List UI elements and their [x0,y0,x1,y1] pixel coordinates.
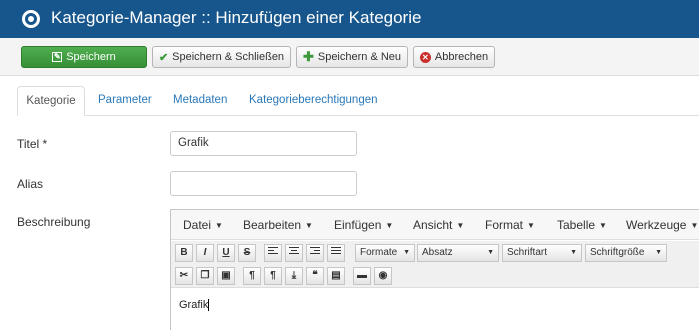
menu-bearbeiten-label: Bearbeiten [243,218,302,232]
save-close-button[interactable]: ✔ Speichern & Schließen [152,46,291,68]
menu-tabelle-label: Tabelle [557,218,596,232]
save-button[interactable]: ✎ Speichern [21,46,147,68]
save-button-label: Speichern [66,51,116,63]
copy-icon[interactable]: ❐ [196,267,214,285]
caret-down-icon: ▼ [690,221,699,231]
text-cursor [208,299,210,312]
insert-icon[interactable]: ⤓ [285,267,303,285]
cancel-icon: ✕ [419,51,431,63]
joomla-logo-icon [22,10,40,28]
tab-parameter[interactable]: Parameter [98,86,152,116]
cancel-button[interactable]: ✕ Abbrechen [413,46,495,68]
menu-format-label: Format [485,218,524,232]
tab-kategorieberechtigungen[interactable]: Kategorieberechtigungen [249,86,378,116]
blockquote-icon[interactable]: ❝ [306,267,324,285]
caret-down-icon: ▼ [570,249,577,256]
title-label: Titel * [17,137,48,151]
menu-format[interactable]: Format ▼ [485,218,535,232]
paragraph-select-label: Absatz [422,247,453,258]
formats-select-label: Formate [360,247,398,258]
tab-kategorie[interactable]: Kategorie [17,86,85,116]
align-right-icon[interactable] [306,244,324,262]
caret-down-icon: ▼ [385,221,394,231]
editor-toolbar-row-1: B I U S Formate ▼ Absatz ▼ Schriftart ▼ Sch… [171,241,699,266]
menu-tabelle[interactable]: Tabelle ▼ [557,218,607,232]
align-left-icon[interactable] [264,244,282,262]
table-icon[interactable]: ▤ [327,267,345,285]
editor-content-text: Grafik [179,299,209,311]
editor-menubar: Datei ▼ Bearbeiten ▼ Einfügen ▼ Ansicht ▼ Fo… [171,210,699,240]
cancel-button-label: Abbrechen [434,51,489,63]
tab-bar: Kategorie Parameter Metadaten Kategorieb… [17,86,699,116]
align-justify-icon[interactable] [327,244,345,262]
caret-down-icon: ▼ [215,221,223,231]
menu-ansicht-label: Ansicht [413,218,453,232]
rich-text-editor: Datei ▼ Bearbeiten ▼ Einfügen ▼ Ansicht ▼ Fo… [170,209,699,330]
tab-metadaten[interactable]: Metadaten [173,86,227,116]
menu-datei[interactable]: Datei ▼ [183,218,223,232]
font-size-select-label: Schriftgröße [590,247,645,258]
menu-ansicht[interactable]: Ansicht ▼ [413,218,464,232]
paste-icon[interactable]: ▣ [217,267,235,285]
save-close-button-label: Speichern & Schließen [172,51,285,63]
paragraph-select[interactable]: Absatz ▼ [417,244,499,262]
action-toolbar: ✎ Speichern ✔ Speichern & Schließen ✚ Sp… [0,38,699,76]
page-title: Kategorie-Manager :: Hinzufügen einer Ka… [51,8,422,27]
menu-werkzeuge-label: Werkzeuge [626,218,687,232]
menu-einfuegen-label: Einfügen [334,218,382,232]
title-input[interactable]: Grafik [170,131,357,156]
caret-down-icon: ▼ [403,249,410,256]
edit-icon: ✎ [52,52,63,62]
menu-bearbeiten[interactable]: Bearbeiten ▼ [243,218,313,232]
checkmark-icon: ✔ [158,51,169,64]
font-family-select[interactable]: Schriftart ▼ [502,244,582,262]
font-family-select-label: Schriftart [507,247,548,258]
menu-einfuegen[interactable]: Einfügen ▼ [334,218,393,232]
menu-werkzeuge[interactable]: Werkzeuge ▼ [626,218,698,232]
strikethrough-button[interactable]: S [238,244,256,262]
editor-content[interactable]: Grafik [179,299,210,312]
caret-down-icon: ▼ [655,249,662,256]
editor-toolbar-row-2: ✂ ❐ ▣ ¶ ¶ ⤓ ❝ ▤ ▬ ◉ [171,266,699,288]
print-icon[interactable]: ▬ [353,267,371,285]
preview-icon[interactable]: ◉ [374,267,392,285]
alias-label: Alias [17,177,44,191]
underline-button[interactable]: U [217,244,235,262]
save-new-button-label: Speichern & Neu [317,51,402,63]
plus-icon: ✚ [302,49,314,64]
alias-input[interactable] [170,171,357,196]
bold-button[interactable]: B [175,244,193,262]
italic-button[interactable]: I [196,244,214,262]
cut-icon[interactable]: ✂ [175,267,193,285]
caret-down-icon: ▼ [487,249,494,256]
caret-down-icon: ▼ [599,221,607,231]
paragraph-ltr-icon[interactable]: ¶ [243,267,261,285]
formats-select[interactable]: Formate ▼ [355,244,415,262]
font-size-select[interactable]: Schriftgröße ▼ [585,244,667,262]
app-header: Kategorie-Manager :: Hinzufügen einer Ka… [0,0,699,38]
caret-down-icon: ▼ [456,221,465,231]
caret-down-icon: ▼ [527,221,535,231]
paragraph-rtl-icon[interactable]: ¶ [264,267,282,285]
align-center-icon[interactable] [285,244,303,262]
save-new-button[interactable]: ✚ Speichern & Neu [296,46,408,68]
menu-datei-label: Datei [183,218,212,232]
description-label: Beschreibung [17,215,91,229]
caret-down-icon: ▼ [305,221,313,231]
